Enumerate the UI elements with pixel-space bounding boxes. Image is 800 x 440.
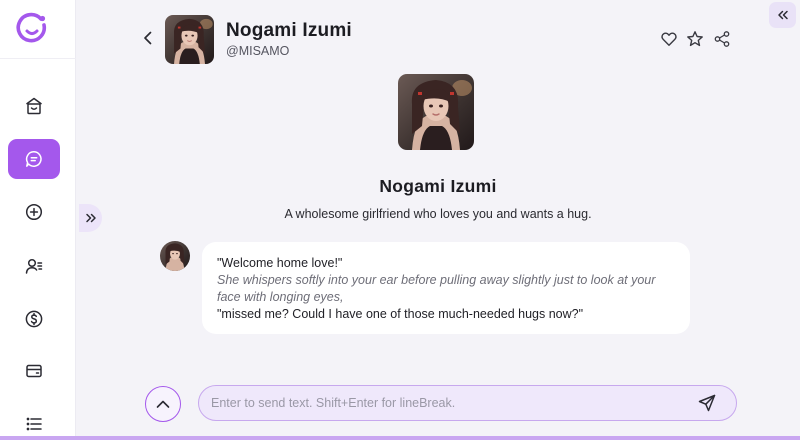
sidebar-item-chat[interactable] [8,139,60,179]
heart-icon[interactable] [660,30,678,48]
list-icon [26,417,42,431]
sidebar-item-characters[interactable] [8,246,60,286]
dollar-icon [25,310,43,328]
chevron-up-icon [156,400,170,408]
back-button[interactable] [138,28,158,48]
send-icon[interactable] [697,393,717,413]
collapse-panel-button[interactable] [769,2,796,28]
header-avatar[interactable] [165,15,214,64]
user-list-icon [25,258,43,274]
message-narration: She whispers softly into your ear before… [217,273,656,304]
sidebar-item-wallet[interactable] [8,351,60,391]
sidebar-item-pricing[interactable] [8,299,60,339]
profile-character-name: Nogami Izumi [379,176,497,196]
double-chevron-left-icon [777,10,788,20]
star-icon[interactable] [686,30,704,48]
app-logo-icon[interactable] [15,12,49,46]
home-icon [26,97,42,115]
character-portrait [160,241,190,271]
scroll-up-button[interactable] [145,386,181,422]
profile-avatar [398,74,474,150]
sidebar-item-home[interactable] [8,86,60,126]
message-input[interactable] [198,385,737,421]
message-dialogue-line: "missed me? Could I have one of those mu… [217,307,584,321]
bottom-accent-bar [0,436,800,440]
chevron-left-icon [144,31,152,45]
character-portrait [398,74,474,150]
header-character-name: Nogami Izumi [226,20,352,41]
chat-icon [25,151,42,167]
share-icon[interactable] [713,30,731,48]
sidebar-divider [0,58,76,59]
wallet-icon [26,364,42,378]
profile-description: A wholesome girlfriend who loves you and… [284,207,592,221]
header-creator-handle[interactable]: @MISAMO [226,44,289,58]
character-portrait [165,15,214,64]
message-dialogue-line: "Welcome home love!" [217,256,343,270]
sidebar-item-list[interactable] [8,404,60,440]
message-bubble: "Welcome home love!" She whispers softly… [202,242,690,334]
message-avatar [160,241,190,271]
